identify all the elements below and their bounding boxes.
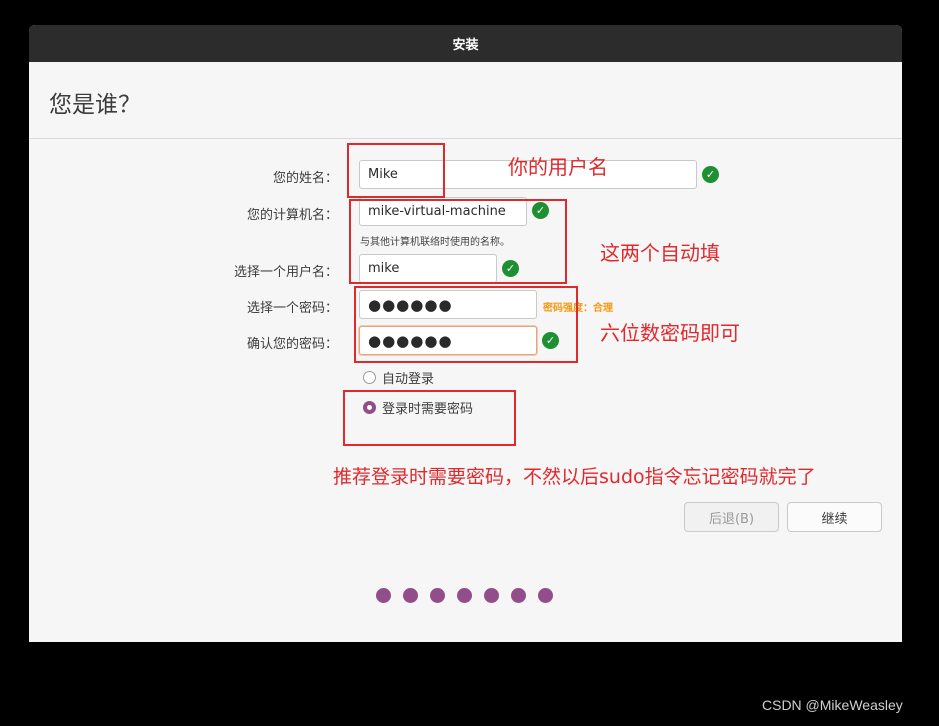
progress-dot: [484, 588, 499, 603]
computer-name-label: 您的计算机名：: [246, 208, 338, 223]
annotation-auto-note: 这两个自动填: [600, 241, 720, 265]
username-label: 选择一个用户名：: [233, 265, 338, 280]
progress-dot: [376, 588, 391, 603]
annotation-box-auto: [349, 199, 567, 284]
progress-dot: [511, 588, 526, 603]
annotation-box-name: [347, 143, 445, 198]
progress-dot: [457, 588, 472, 603]
annotation-box-password: [354, 286, 578, 363]
radio-auto-login[interactable]: 自动登录: [363, 368, 434, 387]
divider: [29, 138, 902, 139]
radio-label: 自动登录: [382, 372, 435, 387]
window-titlebar: 安装: [29, 25, 902, 62]
watermark: CSDN @MikeWeasley: [762, 697, 903, 713]
progress-dots: [376, 588, 553, 603]
progress-dot: [403, 588, 418, 603]
progress-dot: [430, 588, 445, 603]
annotation-name-note: 你的用户名: [508, 155, 608, 179]
page-title: 您是谁？: [49, 92, 141, 118]
name-label: 您的姓名：: [272, 171, 338, 186]
check-icon: ✓: [702, 166, 719, 183]
back-button[interactable]: 后退(B): [684, 502, 779, 532]
annotation-password-note: 六位数密码即可: [600, 321, 740, 345]
annotation-login-note: 推荐登录时需要密码，不然以后sudo指令忘记密码就完了: [333, 466, 816, 488]
progress-dot: [538, 588, 553, 603]
radio-unchecked-icon[interactable]: [363, 371, 376, 384]
password-label: 选择一个密码：: [246, 301, 338, 316]
confirm-password-label: 确认您的密码：: [246, 337, 338, 352]
window-title: 安装: [452, 38, 479, 53]
continue-button[interactable]: 继续: [787, 502, 882, 532]
annotation-box-login: [343, 390, 516, 446]
